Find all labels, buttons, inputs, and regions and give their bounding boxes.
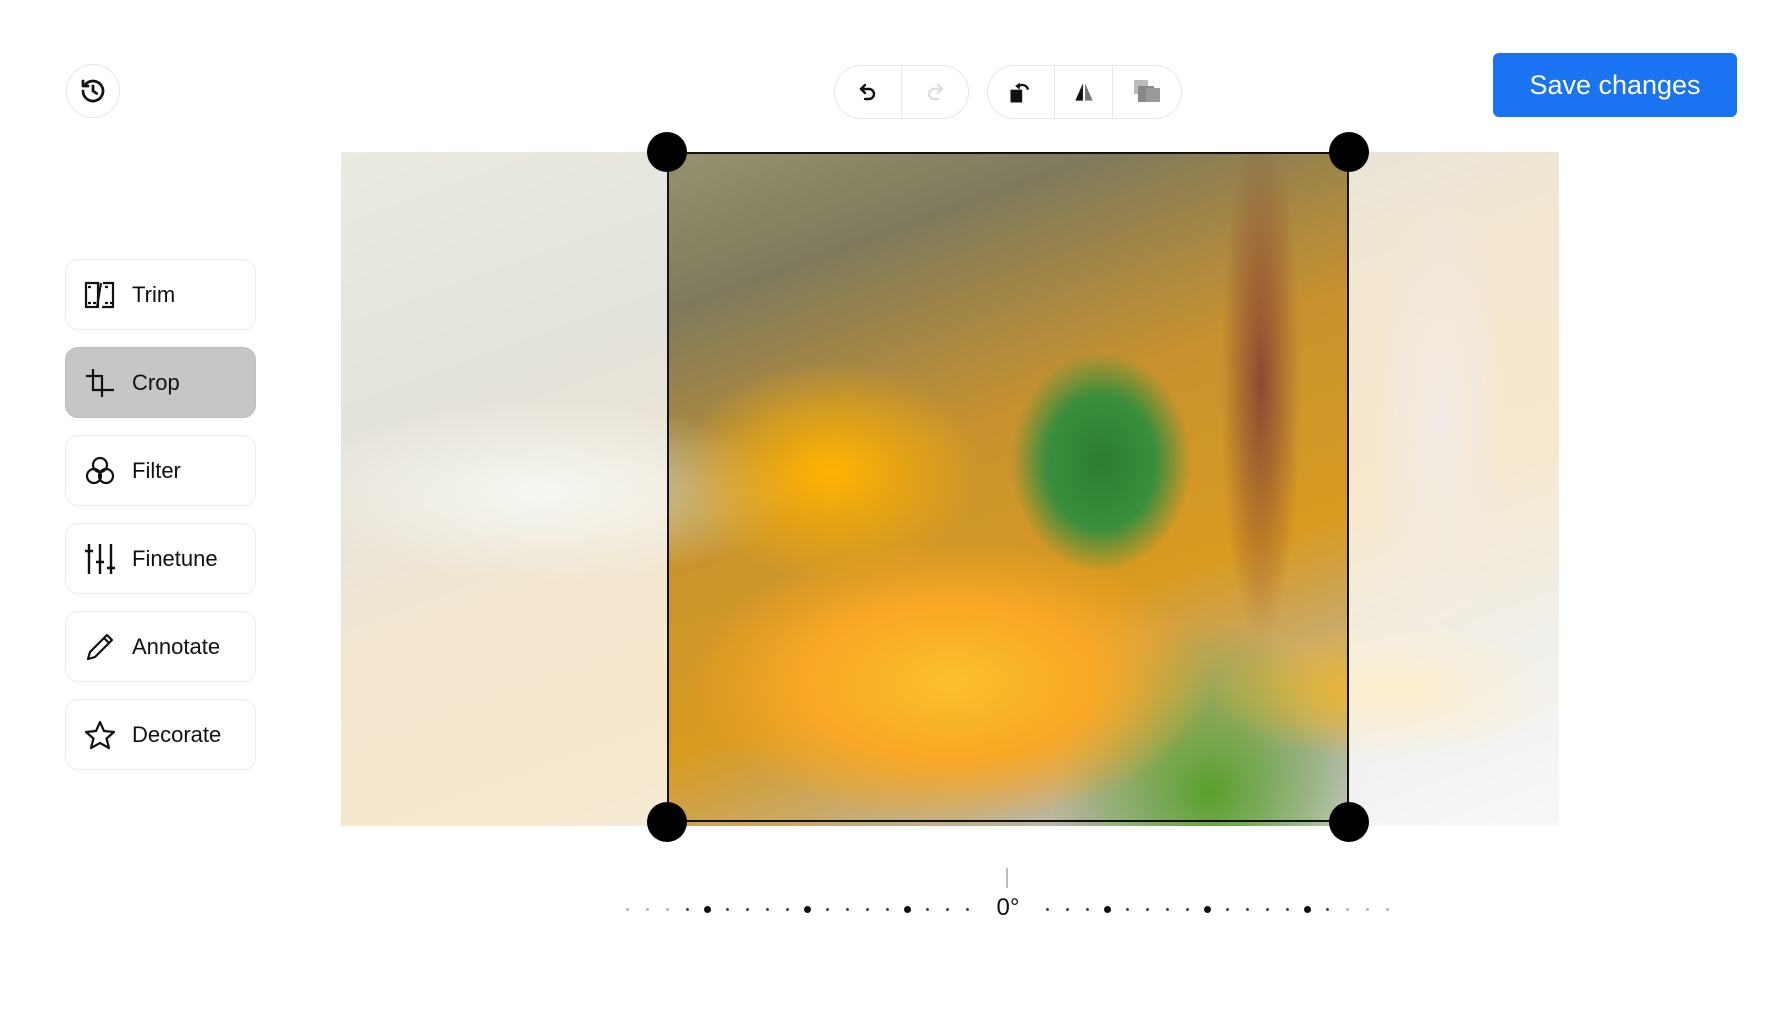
crop-handle-bottom-left[interactable] [647, 802, 687, 842]
dial-minor-tick [965, 908, 969, 911]
undo-button[interactable] [835, 66, 902, 118]
sidebar-item-annotate[interactable]: Annotate [65, 611, 256, 682]
dial-major-tick [903, 906, 911, 913]
dial-minor-tick [865, 908, 869, 911]
redo-icon [927, 83, 944, 101]
crop-area[interactable] [667, 152, 1349, 822]
undo-icon [859, 83, 876, 101]
filter-circles-icon [85, 456, 115, 484]
dial-minor-tick [765, 908, 769, 911]
dial-minor-tick [845, 908, 849, 911]
flip-horizontal-icon [1074, 83, 1093, 101]
sidebar-item-label: Trim [132, 281, 176, 307]
sidebar-item-label: Crop [132, 369, 180, 395]
dial-minor-tick [1165, 908, 1169, 911]
dial-minor-tick [1325, 908, 1329, 911]
rotation-indicator [1006, 868, 1008, 888]
dial-minor-tick [885, 908, 889, 911]
dial-minor-tick [1225, 908, 1229, 911]
dial-minor-tick [665, 908, 669, 911]
sidebar-item-finetune[interactable]: Finetune [65, 523, 256, 594]
dial-minor-tick [1045, 908, 1049, 911]
crop-icon [86, 368, 114, 397]
dial-minor-tick [1125, 908, 1129, 911]
dial-minor-tick [825, 908, 829, 911]
film-trim-icon [84, 281, 115, 308]
history-button[interactable] [66, 64, 120, 118]
sidebar-item-decorate[interactable]: Decorate [65, 699, 256, 770]
dial-minor-tick [945, 908, 949, 911]
dial-minor-tick [1285, 908, 1289, 911]
dial-major-tick [1203, 906, 1211, 913]
dial-minor-tick [745, 908, 749, 911]
dial-minor-tick [725, 908, 729, 911]
dial-minor-tick [645, 908, 649, 911]
rotation-value: 0° [986, 894, 1030, 922]
aspect-ratio-icon [1133, 80, 1160, 102]
dial-minor-tick [1265, 908, 1269, 911]
pencil-icon [86, 633, 114, 660]
dial-minor-tick [685, 908, 689, 911]
crop-handle-bottom-right[interactable] [1329, 802, 1369, 842]
dial-major-tick [1103, 906, 1111, 913]
crop-handle-top-right[interactable] [1329, 132, 1369, 172]
sidebar-item-label: Decorate [132, 721, 222, 747]
history-toolbar [834, 65, 969, 119]
dial-minor-tick [625, 908, 629, 911]
dial-minor-tick [785, 908, 789, 911]
dial-major-tick [703, 906, 711, 913]
transform-toolbar [987, 65, 1182, 119]
dial-major-tick [803, 906, 811, 913]
redo-button[interactable] [902, 66, 968, 118]
history-icon [81, 79, 105, 103]
dial-minor-tick [1145, 908, 1149, 911]
sidebar-item-trim[interactable]: Trim [65, 259, 256, 330]
flip-horizontal-button[interactable] [1055, 66, 1113, 118]
dial-major-tick [1303, 906, 1311, 913]
crop-mask-right [1349, 152, 1559, 826]
aspect-ratio-button[interactable] [1113, 66, 1181, 118]
save-changes-button[interactable]: Save changes [1493, 53, 1737, 117]
sliders-icon [85, 543, 115, 574]
star-icon [84, 720, 116, 749]
dial-minor-tick [1385, 908, 1389, 911]
crop-mask-left [341, 152, 667, 826]
sidebar-item-label: Filter [132, 457, 181, 483]
dial-minor-tick [1065, 908, 1069, 911]
dial-minor-tick [925, 908, 929, 911]
dial-minor-tick [1185, 908, 1189, 911]
dial-minor-tick [1085, 908, 1089, 911]
sidebar-item-filter[interactable]: Filter [65, 435, 256, 506]
crop-handle-top-left[interactable] [647, 132, 687, 172]
sidebar-item-label: Finetune [132, 545, 218, 571]
rotate-left-icon [1010, 82, 1030, 103]
dial-minor-tick [1245, 908, 1249, 911]
rotate-left-button[interactable] [988, 66, 1056, 118]
sidebar-item-crop[interactable]: Crop [65, 347, 256, 418]
sidebar-item-label: Annotate [132, 633, 221, 659]
dial-minor-tick [1345, 908, 1349, 911]
dial-minor-tick [1365, 908, 1369, 911]
